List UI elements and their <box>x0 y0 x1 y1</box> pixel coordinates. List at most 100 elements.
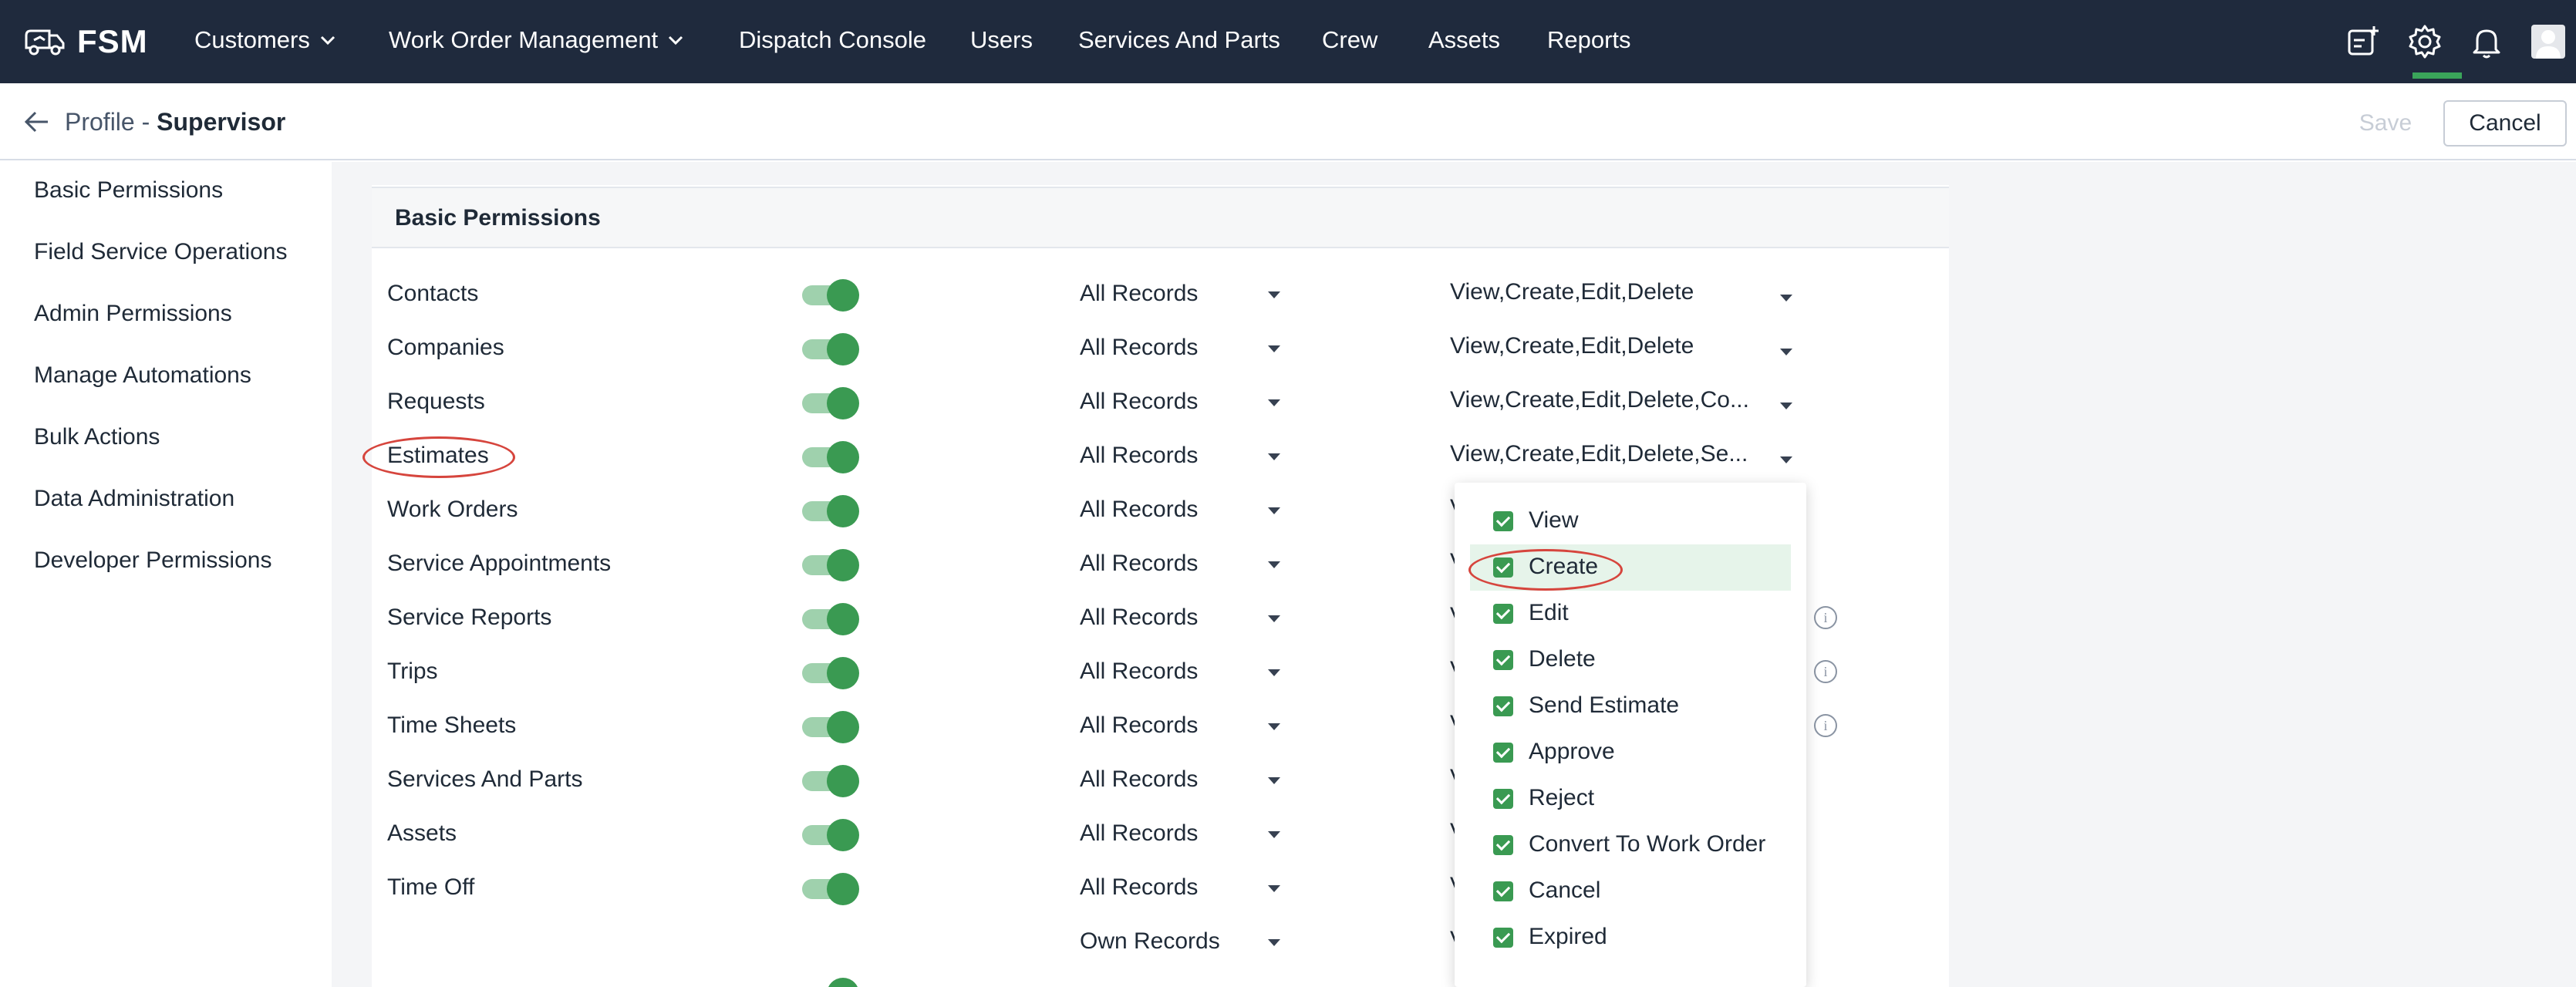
module-toggle[interactable] <box>802 978 862 987</box>
sidebar-item-basic-permissions[interactable]: Basic Permissions <box>34 177 223 204</box>
info-icon[interactable]: i <box>1814 714 1837 737</box>
option-reject[interactable]: Reject <box>1455 776 1806 822</box>
caret-down-icon[interactable] <box>1780 403 1792 409</box>
module-toggle[interactable] <box>802 711 862 743</box>
checkbox-checked[interactable] <box>1493 604 1513 624</box>
option-approve[interactable]: Approve <box>1455 729 1806 776</box>
nav-reports[interactable]: Reports <box>1547 26 1631 54</box>
option-send-estimate[interactable]: Send Estimate <box>1455 683 1806 729</box>
module-toggle[interactable] <box>802 765 862 797</box>
record-scope-select[interactable]: All Records <box>1080 389 1198 415</box>
profile-name: Supervisor <box>157 108 286 136</box>
nav-reports-label: Reports <box>1547 26 1631 53</box>
option-cancel[interactable]: Cancel <box>1455 868 1806 915</box>
nav-customers[interactable]: Customers <box>194 26 336 54</box>
module-toggle[interactable] <box>802 279 862 312</box>
nav-work-order-management[interactable]: Work Order Management <box>389 26 684 54</box>
cancel-button[interactable]: Cancel <box>2443 100 2567 147</box>
option-label: Delete <box>1529 646 1596 672</box>
permissions-select[interactable]: View,Create,Edit,Delete,Se... <box>1450 441 1748 467</box>
option-convert-to-work-order[interactable]: Convert To Work Order <box>1455 822 1806 868</box>
record-scope-select[interactable]: All Records <box>1080 874 1198 901</box>
sidebar-item-admin-permissions[interactable]: Admin Permissions <box>34 301 232 327</box>
checkbox-checked[interactable] <box>1493 696 1513 716</box>
option-view[interactable]: View <box>1455 498 1806 544</box>
add-form-icon[interactable] <box>2345 23 2382 60</box>
bell-icon[interactable] <box>2468 23 2505 60</box>
sidebar-item-field-service-operations[interactable]: Field Service Operations <box>34 239 287 265</box>
module-label: Services And Parts <box>387 766 583 792</box>
caret-down-icon[interactable] <box>1268 561 1280 568</box>
permissions-dropdown: View Create Edit Delete Send Estimate Ap… <box>1455 483 1806 987</box>
option-label: Reject <box>1529 785 1595 810</box>
checkbox-checked[interactable] <box>1493 650 1513 670</box>
nav-assets[interactable]: Assets <box>1428 26 1500 54</box>
caret-down-icon[interactable] <box>1780 349 1792 355</box>
checkbox-checked[interactable] <box>1493 835 1513 855</box>
option-delete[interactable]: Delete <box>1455 637 1806 683</box>
record-scope-select[interactable]: Own Records <box>1080 928 1220 955</box>
checkbox-checked[interactable] <box>1493 789 1513 809</box>
caret-down-icon[interactable] <box>1268 831 1280 838</box>
module-toggle[interactable] <box>802 333 862 365</box>
option-expired[interactable]: Expired <box>1455 915 1806 961</box>
info-icon[interactable]: i <box>1814 660 1837 683</box>
caret-down-icon[interactable] <box>1268 777 1280 784</box>
permissions-select[interactable]: View,Create,Edit,Delete <box>1450 333 1694 359</box>
brand[interactable]: FSM <box>23 23 185 60</box>
option-edit[interactable]: Edit <box>1455 591 1806 637</box>
record-scope-select[interactable]: All Records <box>1080 551 1198 577</box>
module-toggle[interactable] <box>802 495 862 527</box>
record-scope-select[interactable]: All Records <box>1080 497 1198 523</box>
record-scope-select[interactable]: All Records <box>1080 335 1198 361</box>
caret-down-icon[interactable] <box>1268 291 1280 298</box>
caret-down-icon[interactable] <box>1268 939 1280 946</box>
caret-down-icon[interactable] <box>1268 399 1280 406</box>
caret-down-icon[interactable] <box>1268 345 1280 352</box>
sidebar-item-developer-permissions[interactable]: Developer Permissions <box>34 547 271 574</box>
nav-services-and-parts[interactable]: Services And Parts <box>1078 26 1280 54</box>
record-scope-select[interactable]: All Records <box>1080 659 1198 685</box>
caret-down-icon[interactable] <box>1268 723 1280 730</box>
checkbox-checked[interactable] <box>1493 511 1513 531</box>
module-label: Contacts <box>387 281 479 306</box>
record-scope-select[interactable]: All Records <box>1080 820 1198 847</box>
nav-users[interactable]: Users <box>970 26 1033 54</box>
module-toggle[interactable] <box>802 873 862 905</box>
caret-down-icon[interactable] <box>1268 507 1280 514</box>
record-scope-select[interactable]: All Records <box>1080 281 1198 307</box>
record-scope-select[interactable]: All Records <box>1080 605 1198 631</box>
module-label: Companies <box>387 335 504 360</box>
caret-down-icon[interactable] <box>1268 453 1280 460</box>
module-toggle[interactable] <box>802 657 862 689</box>
record-scope-select[interactable]: All Records <box>1080 712 1198 739</box>
van-logo-icon <box>25 29 65 56</box>
record-scope-select[interactable]: All Records <box>1080 443 1198 469</box>
caret-down-icon[interactable] <box>1268 885 1280 892</box>
sidebar-item-data-administration[interactable]: Data Administration <box>34 486 234 512</box>
module-toggle[interactable] <box>802 819 862 851</box>
nav-dispatch-console[interactable]: Dispatch Console <box>739 26 926 54</box>
gear-icon[interactable] <box>2394 23 2462 80</box>
checkbox-checked[interactable] <box>1493 743 1513 763</box>
caret-down-icon[interactable] <box>1780 456 1792 463</box>
save-button[interactable]: Save <box>2337 100 2434 147</box>
checkbox-checked[interactable] <box>1493 928 1513 948</box>
module-toggle[interactable] <box>802 387 862 419</box>
sidebar-item-manage-automations[interactable]: Manage Automations <box>34 362 251 389</box>
caret-down-icon[interactable] <box>1268 669 1280 676</box>
sidebar-item-bulk-actions[interactable]: Bulk Actions <box>34 424 160 450</box>
caret-down-icon[interactable] <box>1780 295 1792 301</box>
nav-crew[interactable]: Crew <box>1322 26 1377 54</box>
info-icon[interactable]: i <box>1814 606 1837 629</box>
permissions-select[interactable]: View,Create,Edit,Delete,Co... <box>1450 387 1749 413</box>
checkbox-checked[interactable] <box>1493 881 1513 901</box>
back-arrow-icon[interactable] <box>23 108 51 136</box>
avatar-icon[interactable] <box>2530 23 2567 60</box>
record-scope-select[interactable]: All Records <box>1080 766 1198 793</box>
module-toggle[interactable] <box>802 603 862 635</box>
module-toggle[interactable] <box>802 549 862 581</box>
permissions-select[interactable]: View,Create,Edit,Delete <box>1450 279 1694 305</box>
caret-down-icon[interactable] <box>1268 615 1280 622</box>
module-toggle[interactable] <box>802 441 862 473</box>
